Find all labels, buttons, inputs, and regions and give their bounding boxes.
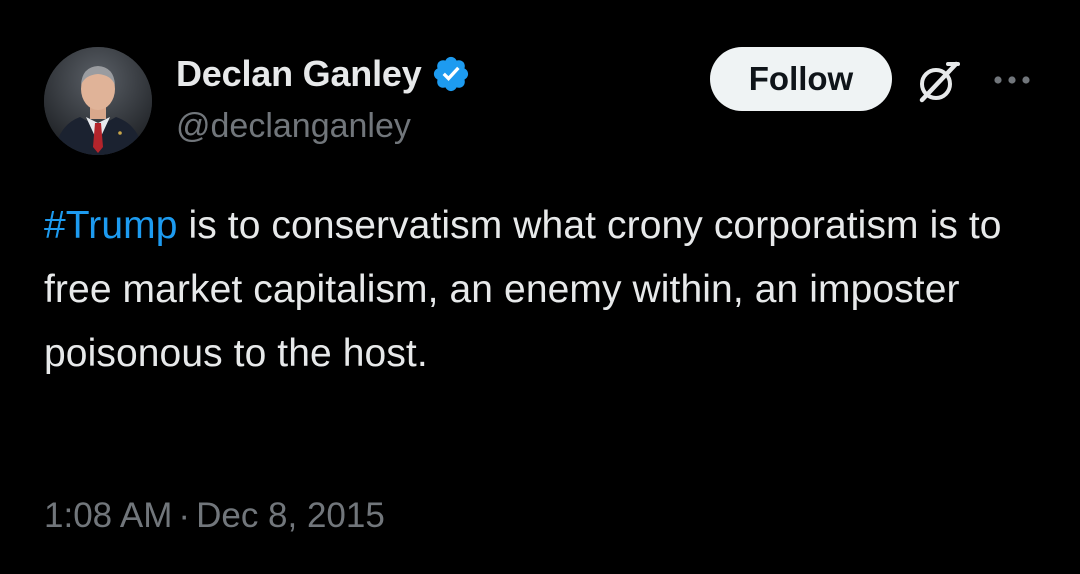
tweet-text: #Trump is to conservatism what crony cor…	[44, 194, 1034, 386]
grok-icon[interactable]	[912, 56, 964, 108]
avatar-image	[44, 47, 152, 155]
tweet-date[interactable]: Dec 8, 2015	[196, 496, 385, 535]
author-name-row[interactable]: Declan Ganley	[176, 53, 471, 95]
verified-badge-icon[interactable]	[431, 54, 471, 94]
avatar[interactable]	[44, 47, 152, 155]
hashtag-link[interactable]: #Trump	[44, 204, 178, 247]
tweet-body: is to conservatism what crony corporatis…	[44, 204, 1002, 375]
more-options-icon[interactable]	[990, 66, 1034, 94]
tweet-card: Declan Ganley @declanganley Follow #Trum…	[0, 0, 1080, 574]
tweet-timestamp: 1:08 AM · Dec 8, 2015	[44, 492, 385, 540]
author-handle[interactable]: @declanganley	[176, 106, 411, 146]
author-display-name[interactable]: Declan Ganley	[176, 53, 422, 95]
follow-button[interactable]: Follow	[710, 47, 892, 111]
tweet-time[interactable]: 1:08 AM	[44, 496, 172, 535]
meta-separator: ·	[178, 496, 191, 535]
